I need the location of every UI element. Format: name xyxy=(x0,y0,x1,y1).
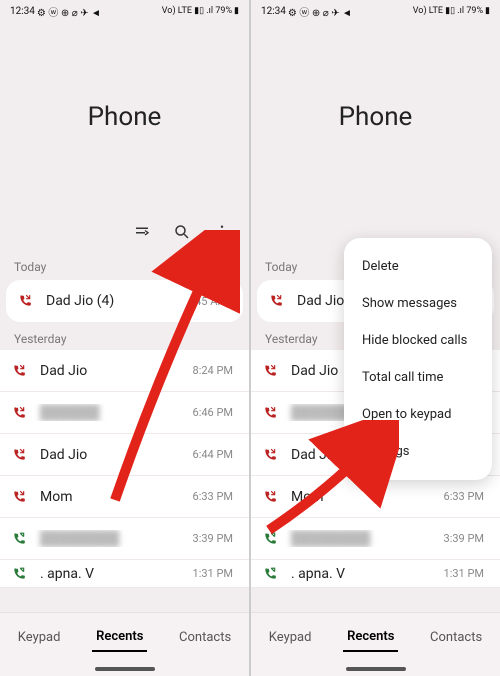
call-name: . apna. V xyxy=(281,566,444,582)
call-row[interactable]: Dad Jio (4) 45 AM xyxy=(6,280,243,322)
nav-handle[interactable] xyxy=(0,662,249,676)
incoming-call-icon xyxy=(18,294,36,308)
status-right-label: Vo) LTE ▮▯ .ıl 79% xyxy=(413,6,483,16)
call-time: 3:39 PM xyxy=(444,532,484,545)
call-time: 45 AM xyxy=(195,295,227,308)
menu-delete[interactable]: Delete xyxy=(344,248,492,285)
call-time: 8:24 PM xyxy=(193,364,233,377)
call-row[interactable]: Mom 6:33 PM xyxy=(251,476,500,518)
call-name: Mom xyxy=(281,489,444,505)
call-row[interactable]: Dad Jio 8:24 PM xyxy=(0,350,249,392)
call-time: 1:31 PM xyxy=(193,567,233,580)
outgoing-call-icon xyxy=(12,567,30,581)
bottom-nav: Keypad Recents Contacts xyxy=(251,612,500,662)
nav-handle[interactable] xyxy=(251,662,500,676)
status-bar: 12:34 ⚙ ⓦ ⊕ ⌀ ✈ ◄ Vo) LTE ▮▯ .ıl 79% ▮ xyxy=(0,0,249,22)
call-row[interactable]: . apna. V 1:31 PM xyxy=(0,560,249,588)
nav-contacts[interactable]: Contacts xyxy=(175,624,235,651)
header: Phone xyxy=(251,22,500,212)
call-row[interactable]: ██████ 6:46 PM xyxy=(0,392,249,434)
page-title: Phone xyxy=(88,102,162,132)
call-name: ████████ xyxy=(30,530,193,547)
call-time: 1:31 PM xyxy=(444,567,484,580)
nav-keypad[interactable]: Keypad xyxy=(14,624,65,651)
call-row[interactable]: Dad Jio 6:44 PM xyxy=(0,434,249,476)
call-name: . apna. V xyxy=(30,566,193,582)
battery-icon: ▮ xyxy=(485,6,490,16)
status-left-icons: ⚙ ⓦ ⊕ ⌀ ✈ ◄ xyxy=(37,4,101,19)
status-right: Vo) LTE ▮▯ .ıl 79% ▮ xyxy=(162,6,239,16)
menu-settings[interactable]: Settings xyxy=(344,433,492,470)
call-name: Dad Jio (4) xyxy=(36,293,195,309)
call-name: Dad Jio xyxy=(30,363,193,379)
incoming-call-icon xyxy=(12,448,30,462)
incoming-call-icon xyxy=(12,490,30,504)
more-icon[interactable] xyxy=(213,223,231,241)
call-row[interactable]: Mom 6:33 PM xyxy=(0,476,249,518)
nav-recents[interactable]: Recents xyxy=(92,623,147,652)
nav-contacts[interactable]: Contacts xyxy=(426,624,486,651)
call-time: 6:44 PM xyxy=(193,448,233,461)
filter-icon[interactable] xyxy=(133,223,151,241)
status-right-label: Vo) LTE ▮▯ .ıl 79% xyxy=(162,6,232,16)
call-name: Dad Jio xyxy=(30,447,193,463)
incoming-call-icon xyxy=(263,406,281,420)
menu-show-messages[interactable]: Show messages xyxy=(344,285,492,322)
overflow-menu: Delete Show messages Hide blocked calls … xyxy=(344,238,492,480)
menu-total-time[interactable]: Total call time xyxy=(344,359,492,396)
outgoing-call-icon xyxy=(12,532,30,546)
status-left: 12:34 ⚙ ⓦ ⊕ ⌀ ✈ ◄ xyxy=(10,4,101,19)
call-row[interactable]: . apna. V 1:31 PM xyxy=(251,560,500,588)
page-title: Phone xyxy=(339,102,413,132)
call-time: 3:39 PM xyxy=(193,532,233,545)
battery-icon: ▮ xyxy=(234,6,239,16)
status-time: 12:34 xyxy=(261,6,286,17)
bottom-nav: Keypad Recents Contacts xyxy=(0,612,249,662)
status-time: 12:34 xyxy=(10,6,35,17)
call-row[interactable]: ████████ 3:39 PM xyxy=(251,518,500,560)
phone-right: 12:34 ⚙ ⓦ ⊕ ⌀ ✈ ◄ Vo) LTE ▮▯ .ıl 79% ▮ P… xyxy=(251,0,500,676)
call-time: 6:46 PM xyxy=(193,406,233,419)
header: Phone xyxy=(0,22,249,212)
incoming-call-icon xyxy=(269,294,287,308)
menu-open-keypad[interactable]: Open to keypad xyxy=(344,396,492,433)
outgoing-call-icon xyxy=(263,532,281,546)
incoming-call-icon xyxy=(263,448,281,462)
status-right: Vo) LTE ▮▯ .ıl 79% ▮ xyxy=(413,6,490,16)
search-icon[interactable] xyxy=(173,223,191,241)
section-yesterday: Yesterday xyxy=(0,324,249,350)
status-bar: 12:34 ⚙ ⓦ ⊕ ⌀ ✈ ◄ Vo) LTE ▮▯ .ıl 79% ▮ xyxy=(251,0,500,22)
incoming-call-icon xyxy=(12,406,30,420)
nav-keypad[interactable]: Keypad xyxy=(265,624,316,651)
call-name: ██████ xyxy=(30,404,193,421)
toolbar xyxy=(0,212,249,252)
call-row[interactable]: ████████ 3:39 PM xyxy=(0,518,249,560)
nav-recents[interactable]: Recents xyxy=(343,623,398,652)
call-time: 6:33 PM xyxy=(444,490,484,503)
outgoing-call-icon xyxy=(263,567,281,581)
incoming-call-icon xyxy=(263,364,281,378)
menu-hide-blocked[interactable]: Hide blocked calls xyxy=(344,322,492,359)
incoming-call-icon xyxy=(263,490,281,504)
call-name: Mom xyxy=(30,489,193,505)
status-left: 12:34 ⚙ ⓦ ⊕ ⌀ ✈ ◄ xyxy=(261,4,352,19)
call-list: Today Dad Jio (4) 45 AM Yesterday Dad Ji… xyxy=(0,252,249,612)
phone-left: 12:34 ⚙ ⓦ ⊕ ⌀ ✈ ◄ Vo) LTE ▮▯ .ıl 79% ▮ P… xyxy=(0,0,249,676)
status-left-icons: ⚙ ⓦ ⊕ ⌀ ✈ ◄ xyxy=(288,4,352,19)
section-today: Today xyxy=(0,252,249,278)
call-time: 6:33 PM xyxy=(193,490,233,503)
incoming-call-icon xyxy=(12,364,30,378)
call-name: ████████ xyxy=(281,530,444,547)
